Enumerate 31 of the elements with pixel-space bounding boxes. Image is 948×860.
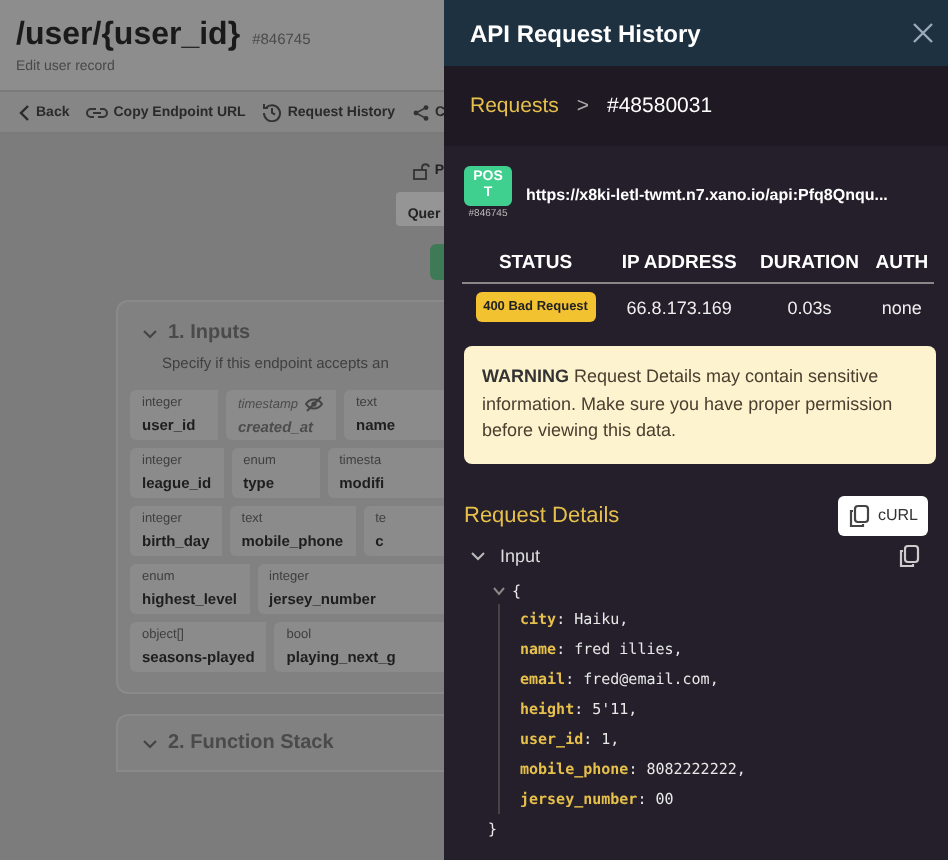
section-title: Request Details <box>464 503 620 527</box>
link-icon <box>85 103 108 121</box>
copy-icon <box>847 503 870 527</box>
curl-button[interactable]: cURL <box>837 495 928 535</box>
breadcrumb-separator: > <box>576 94 589 118</box>
chevron-down-icon <box>142 327 158 339</box>
input-toggle[interactable]: Input <box>470 545 541 565</box>
request-url: https://x8ki-letl-twmt.n7.xano.io/api:Pfq8Qnqu... <box>526 186 888 204</box>
copy-icon <box>898 543 920 567</box>
chevron-down-icon <box>492 585 506 595</box>
column-header: IP ADDRESS <box>621 252 737 274</box>
share-icon <box>411 103 430 121</box>
history-icon <box>261 102 282 122</box>
request-id: #48580031 <box>607 94 713 118</box>
hidden-eye-icon <box>303 396 324 412</box>
copy-button[interactable] <box>898 543 920 567</box>
duration: 0.03s <box>787 297 832 317</box>
drawer-title: API Request History <box>470 19 701 47</box>
column-header: AUTH <box>875 252 929 274</box>
ip-address: 66.8.173.169 <box>626 297 732 317</box>
auth-value: none <box>881 297 922 317</box>
page-title: /user/{user_id} <box>16 18 241 54</box>
column-header: STATUS <box>498 252 573 274</box>
chevron-down-icon <box>470 549 486 561</box>
close-button[interactable] <box>912 22 934 44</box>
back-icon <box>18 103 30 121</box>
breadcrumb-link[interactable]: Requests <box>470 94 559 118</box>
chevron-down-icon <box>142 737 158 749</box>
column-header: DURATION <box>760 252 859 274</box>
warning-message: WARNING Request Details may contain sensitive information. Make sure you have proper permission before viewing this data. <box>464 346 936 463</box>
lock-icon <box>412 161 431 179</box>
